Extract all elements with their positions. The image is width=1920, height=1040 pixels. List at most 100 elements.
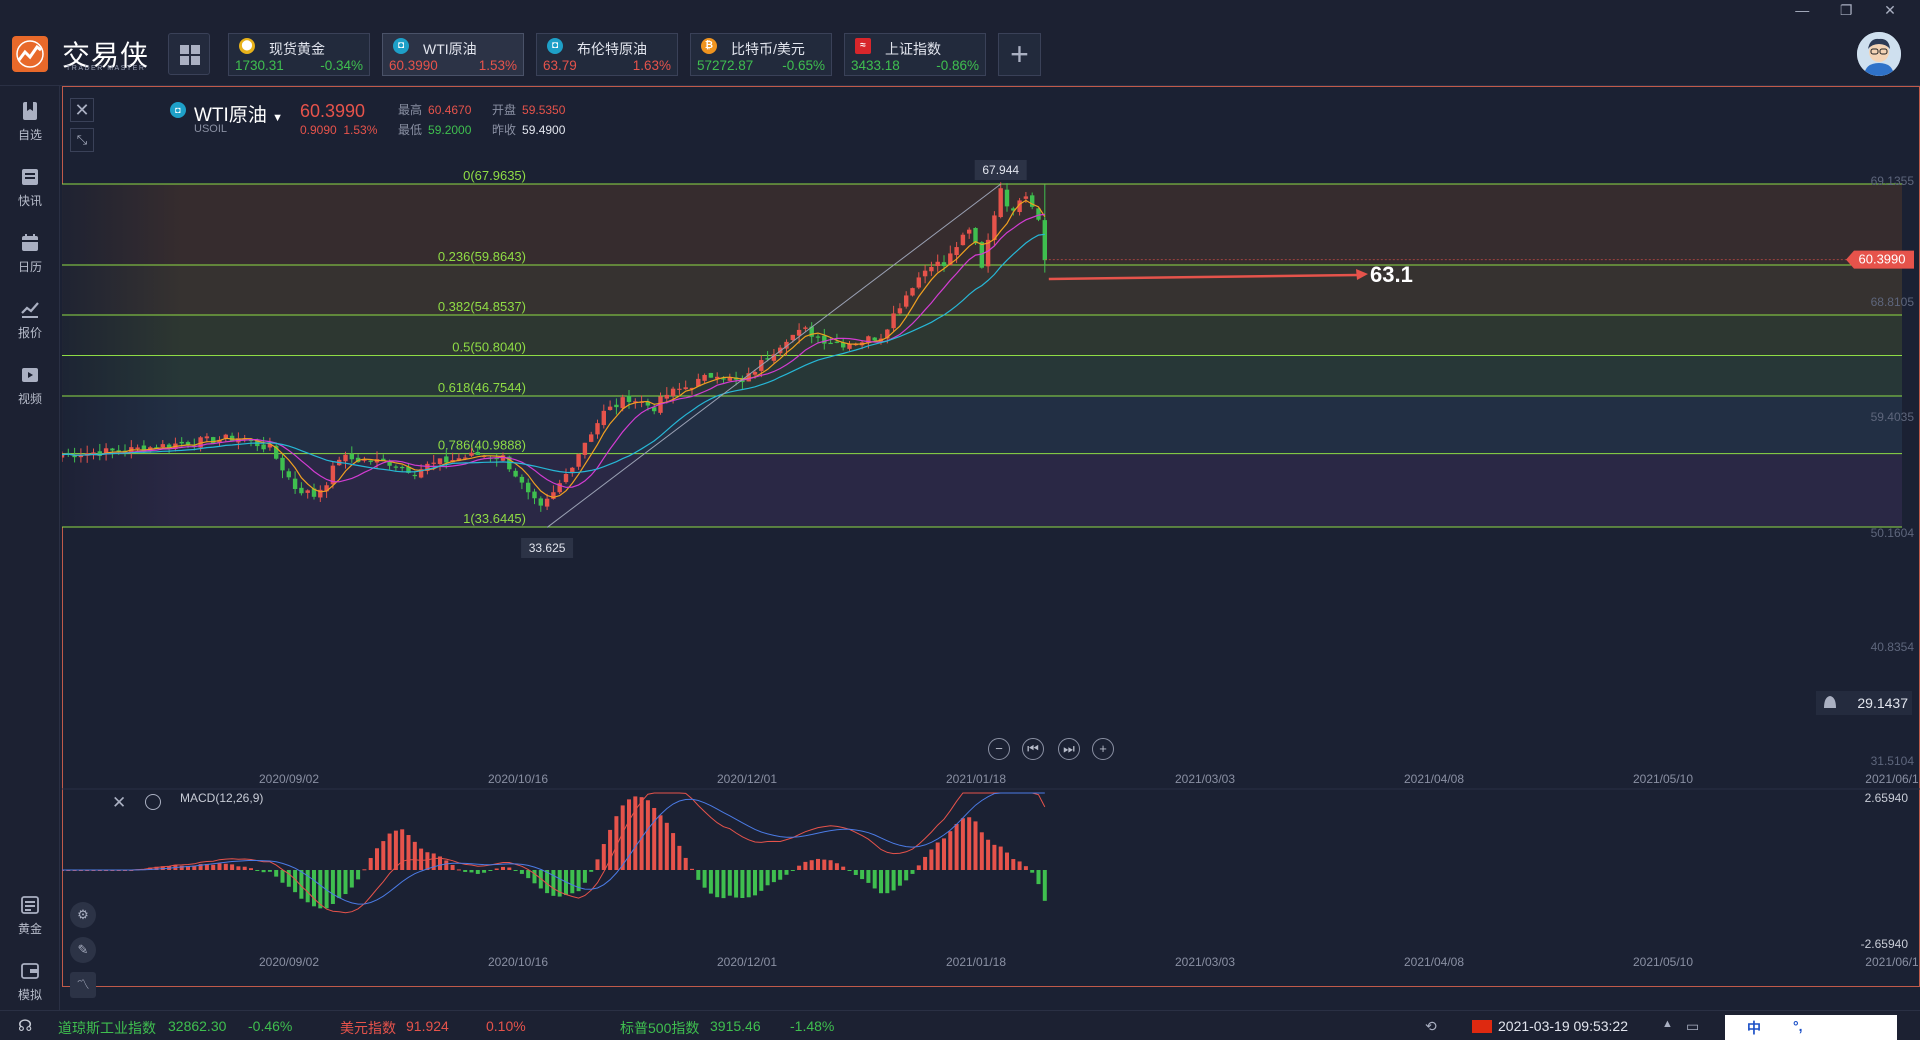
candle-body bbox=[1004, 189, 1010, 207]
tile-wti[interactable]: ◘ WTI原油 60.3990 1.53% bbox=[382, 33, 524, 76]
layout-grid-button[interactable] bbox=[168, 33, 210, 75]
sidebar-item-quotes[interactable]: 报价 bbox=[0, 292, 60, 348]
tile-gold[interactable]: ⬤ 现货黄金 1730.31 -0.34% bbox=[228, 33, 370, 76]
chevron-up-icon[interactable]: ▲ bbox=[1662, 1018, 1673, 1030]
candle-body bbox=[834, 341, 840, 343]
skip-forward-button[interactable]: ⏭ bbox=[1058, 738, 1080, 760]
sidebar-item-news[interactable]: 快讯 bbox=[0, 160, 60, 216]
ime-punctuation[interactable]: °, bbox=[1793, 1018, 1803, 1034]
restore-button[interactable]: ❐ bbox=[1826, 2, 1866, 19]
candle-body bbox=[922, 270, 928, 277]
macd-x-axis-tick: 2020/09/02 bbox=[259, 955, 319, 969]
candle-body bbox=[582, 442, 588, 455]
candle-body bbox=[110, 448, 115, 451]
macd-histogram-bar bbox=[267, 870, 272, 872]
macd-histogram-bar bbox=[526, 870, 531, 879]
user-avatar-icon bbox=[1857, 32, 1901, 76]
y-axis-tick: 59.4035 bbox=[1871, 410, 1915, 424]
tile-bitcoin[interactable]: ₿ 比特币/美元 57272.87 -0.65% bbox=[690, 33, 832, 76]
candle-body bbox=[469, 452, 474, 456]
window-controls: — ❐ ✕ bbox=[1782, 2, 1910, 19]
minimize-button[interactable]: — bbox=[1782, 2, 1822, 18]
macd-histogram-bar bbox=[671, 833, 676, 870]
app-window: 交易侠 TRADER MASTER ⬤ 现货黄金 1730.31 -0.34% … bbox=[0, 0, 1920, 1040]
sidebar-item-video[interactable]: 视频 bbox=[0, 358, 60, 414]
sidebar-item-calendar[interactable]: 日历 bbox=[0, 226, 60, 282]
indicator-tool-button[interactable]: ⚙ bbox=[70, 902, 96, 928]
tile-name: 上证指数 bbox=[885, 41, 941, 57]
low-label: 最低 bbox=[398, 123, 423, 137]
macd-histogram-bar bbox=[935, 842, 940, 870]
macd-histogram-bar bbox=[356, 870, 361, 880]
macd-histogram-bar bbox=[274, 870, 279, 877]
quote-chart-icon bbox=[21, 302, 39, 318]
close-window-button[interactable]: ✕ bbox=[1870, 2, 1910, 19]
sidebar-item-label: 快讯 bbox=[17, 194, 42, 208]
macd-histogram-bar bbox=[362, 869, 367, 871]
y-axis-tick: 31.5104 bbox=[1871, 754, 1915, 768]
macd-histogram-bar bbox=[494, 868, 499, 870]
headset-icon[interactable]: ☊ bbox=[18, 1016, 32, 1036]
sidebar-item-watchlist[interactable]: 自选 bbox=[0, 94, 60, 150]
candle-body bbox=[670, 388, 676, 396]
tile-change: 1.53% bbox=[478, 58, 517, 73]
window-icon[interactable]: ▭ bbox=[1686, 1018, 1699, 1035]
sidebar-item-simulate[interactable]: 模拟 bbox=[0, 954, 60, 1010]
macd-histogram-bar bbox=[1017, 861, 1022, 870]
skip-back-button[interactable]: ⏮ bbox=[1022, 738, 1044, 760]
connection-icon[interactable]: ⟲ bbox=[1425, 1018, 1437, 1035]
candle-body bbox=[708, 372, 714, 378]
macd-x-axis-tick: 2020/10/16 bbox=[488, 955, 548, 969]
ime-language[interactable]: 中 bbox=[1747, 1018, 1761, 1038]
tile-name: 现货黄金 bbox=[269, 41, 325, 57]
tile-shanghai[interactable]: ≈ 上证指数 3433.18 -0.86% bbox=[844, 33, 986, 76]
close-chart-button[interactable]: ✕ bbox=[70, 98, 94, 122]
candle-body bbox=[343, 454, 348, 462]
sidebar-item-gold[interactable]: 黄金 bbox=[0, 888, 60, 944]
macd-histogram-bar bbox=[879, 870, 883, 894]
draw-pen-button[interactable]: ✎ bbox=[70, 937, 96, 963]
candle-body bbox=[368, 460, 373, 462]
low-value: 59.2000 bbox=[428, 123, 472, 137]
ime-toolbar[interactable]: 中 °, bbox=[1725, 1015, 1897, 1040]
china-flag-icon bbox=[1472, 1020, 1492, 1033]
macd-histogram-bar bbox=[507, 867, 512, 870]
avatar[interactable] bbox=[1857, 32, 1901, 76]
tile-brent[interactable]: ◘ 布伦特原油 63.79 1.63% bbox=[536, 33, 678, 76]
simulate-icon bbox=[21, 963, 39, 979]
candle-body bbox=[822, 335, 827, 344]
candle-body bbox=[664, 394, 669, 399]
candle-body bbox=[576, 454, 581, 467]
macd-histogram-bar bbox=[734, 870, 739, 898]
macd-histogram-bar bbox=[1005, 852, 1009, 870]
candle-body bbox=[828, 342, 833, 345]
macd-histogram-bar bbox=[475, 870, 480, 874]
candle-body bbox=[620, 397, 625, 409]
candle-body bbox=[160, 444, 165, 448]
tile-change: -0.86% bbox=[936, 58, 979, 73]
macd-histogram-bar bbox=[967, 817, 972, 870]
macd-histogram-bar bbox=[715, 870, 720, 898]
zoom-out-button[interactable]: − bbox=[988, 738, 1010, 760]
candle-body bbox=[519, 476, 525, 483]
candle-body bbox=[393, 466, 399, 468]
indicator-settings-icon[interactable] bbox=[145, 794, 161, 810]
macd-histogram-bar bbox=[822, 859, 827, 870]
candle-body bbox=[916, 277, 921, 288]
macd-histogram-bar bbox=[513, 870, 518, 871]
macd-histogram-bar bbox=[771, 870, 776, 883]
zoom-in-button[interactable]: + bbox=[1092, 738, 1114, 760]
add-tile-button[interactable]: + bbox=[998, 33, 1041, 76]
macd-histogram-bar bbox=[469, 870, 474, 873]
macd-histogram-bar bbox=[784, 870, 789, 875]
price-chart[interactable]: 0(67.9635) 0.236(59.8643) 0.382(54.8537) 0.… bbox=[62, 86, 1920, 1010]
macd-label: MACD(12,26,9) bbox=[180, 791, 264, 805]
close-indicator-button[interactable]: ✕ bbox=[112, 793, 126, 813]
x-axis-tick: 2021/01/18 bbox=[946, 772, 1006, 786]
macd-histogram-bar bbox=[765, 870, 770, 886]
expand-icon[interactable]: ⤡ bbox=[70, 128, 94, 152]
candle-body bbox=[941, 262, 947, 267]
chart-style-button[interactable]: 〽 bbox=[70, 972, 96, 998]
y-axis-tick: 40.8354 bbox=[1871, 640, 1915, 654]
tile-price: 1730.31 bbox=[235, 58, 284, 73]
